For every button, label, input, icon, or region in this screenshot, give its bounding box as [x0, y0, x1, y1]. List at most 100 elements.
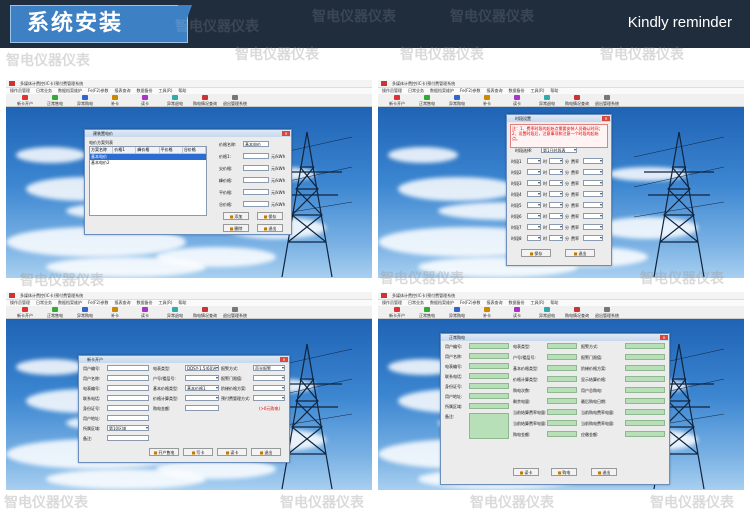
rate-select[interactable] [583, 213, 603, 219]
hour-select[interactable] [527, 158, 541, 164]
menu-item[interactable]: 数据备份 [137, 88, 153, 93]
save-button[interactable]: ■保存 [521, 249, 551, 257]
minute-select[interactable] [549, 191, 563, 197]
menu-item[interactable]: 帮助 [178, 300, 186, 305]
minute-select[interactable] [549, 158, 563, 164]
price-field[interactable] [243, 177, 269, 183]
readonly-field[interactable] [547, 431, 577, 437]
toolbar-button[interactable]: 异常购电 [70, 307, 100, 318]
purchase-button[interactable]: ■购电 [551, 468, 577, 476]
menu-item[interactable]: 工具(R) [531, 300, 545, 305]
toolbar-button[interactable]: 新卡开户 [10, 95, 40, 106]
column-header[interactable]: 平价格 [160, 147, 183, 153]
input-field[interactable] [107, 405, 149, 411]
toolbar-button[interactable]: 补卡 [100, 307, 130, 318]
rate-select[interactable] [583, 224, 603, 230]
menu-item[interactable]: 数据档案维护 [430, 300, 454, 305]
readonly-field[interactable] [547, 365, 577, 371]
close-icon[interactable]: ✕ [602, 116, 610, 121]
close-icon[interactable]: ✕ [280, 357, 288, 362]
hour-select[interactable] [527, 169, 541, 175]
readonly-field[interactable] [547, 354, 577, 360]
exit-button[interactable]: ■退出 [257, 224, 283, 232]
list-item[interactable]: 基本电价2 [90, 160, 206, 166]
menu-item[interactable]: 帮助 [550, 300, 558, 305]
readonly-field[interactable] [547, 420, 577, 426]
readonly-field[interactable] [625, 365, 665, 371]
column-header[interactable]: 峰价格 [136, 147, 160, 153]
price-field[interactable] [243, 165, 269, 171]
readonly-field[interactable] [547, 376, 577, 382]
toolbar-button[interactable]: 正常售电 [40, 95, 70, 106]
toolbar-button[interactable]: 退出管理系统 [592, 95, 622, 106]
minute-select[interactable] [549, 213, 563, 219]
toolbar-button[interactable]: 购电情况查询 [562, 307, 592, 318]
input-field[interactable] [107, 415, 149, 421]
readonly-field[interactable] [625, 343, 665, 349]
menu-item[interactable]: 数据备份 [509, 300, 525, 305]
input-field[interactable] [185, 375, 219, 381]
toolbar-button[interactable]: 读卡 [502, 95, 532, 106]
menu-item[interactable]: Fe(F2)参数 [88, 88, 109, 93]
toolbar-button[interactable]: 补卡 [100, 95, 130, 106]
toolbar-button[interactable]: 补卡 [472, 307, 502, 318]
price-field[interactable] [243, 153, 269, 159]
readonly-field[interactable] [469, 363, 509, 369]
toolbar-button[interactable]: 购电情况查询 [190, 95, 220, 106]
toolbar-button[interactable]: 异常退电 [160, 307, 190, 318]
delete-button[interactable]: ■删除 [223, 224, 249, 232]
menu-item[interactable]: 报表查询 [115, 300, 131, 305]
close-icon[interactable]: ✕ [282, 131, 290, 136]
minute-select[interactable] [549, 169, 563, 175]
readonly-field[interactable] [625, 420, 665, 426]
menu-item[interactable]: 操作员管理 [382, 88, 402, 93]
rate-select[interactable] [583, 169, 603, 175]
menu-item[interactable]: 数据备份 [137, 300, 153, 305]
hour-select[interactable] [527, 202, 541, 208]
menu-item[interactable]: 帮助 [178, 88, 186, 93]
toolbar-button[interactable]: 退出管理系统 [592, 307, 622, 318]
menu-item[interactable]: 报表查询 [487, 88, 503, 93]
price-field[interactable] [243, 189, 269, 195]
exit-button[interactable]: ■退出 [251, 448, 281, 456]
readonly-field[interactable] [469, 353, 509, 359]
read-card-button[interactable]: ■读卡 [513, 468, 539, 476]
readonly-field[interactable] [547, 387, 577, 393]
toolbar-button[interactable]: 购电情况查询 [190, 307, 220, 318]
minute-select[interactable] [549, 202, 563, 208]
input-field[interactable] [185, 405, 219, 411]
hour-select[interactable] [527, 213, 541, 219]
minute-select[interactable] [549, 235, 563, 241]
readonly-field[interactable] [469, 373, 509, 379]
toolbar-button[interactable]: 异常购电 [70, 95, 100, 106]
menu-item[interactable]: 工具(R) [159, 88, 173, 93]
column-header[interactable]: 价格1 [113, 147, 137, 153]
input-field[interactable] [107, 375, 149, 381]
menu-item[interactable]: 日常业务 [36, 88, 52, 93]
menu-item[interactable]: 数据档案维护 [430, 88, 454, 93]
readonly-field[interactable] [625, 409, 665, 415]
toolbar-button[interactable]: 正常售电 [40, 307, 70, 318]
input-field[interactable]: DDSY-1.5(60)A [185, 365, 219, 371]
menu-item[interactable]: 日常业务 [408, 88, 424, 93]
menu-item[interactable]: 工具(R) [159, 300, 173, 305]
price-name-field[interactable]: 基本电价 [243, 141, 269, 147]
rate-select[interactable] [583, 180, 603, 186]
rate-select[interactable] [583, 158, 603, 164]
toolbar-button[interactable]: 退出管理系统 [220, 307, 250, 318]
input-field[interactable] [107, 395, 149, 401]
readonly-field[interactable] [547, 409, 577, 415]
toolbar-button[interactable]: 异常退电 [532, 95, 562, 106]
toolbar-button[interactable]: 正常售电 [412, 307, 442, 318]
save-button[interactable]: ■保存 [257, 212, 283, 220]
menu-item[interactable]: 日常业务 [408, 300, 424, 305]
toolbar-button[interactable]: 异常退电 [532, 307, 562, 318]
column-header[interactable]: 谷价格 [183, 147, 207, 153]
hour-select[interactable] [527, 224, 541, 230]
add-button[interactable]: ■添加 [223, 212, 249, 220]
toolbar-button[interactable]: 读卡 [130, 95, 160, 106]
menu-item[interactable]: 操作员管理 [382, 300, 402, 305]
input-field[interactable]: 声光报警 [253, 365, 285, 371]
menu-item[interactable]: Fe(F2)参数 [460, 88, 481, 93]
write-card-button[interactable]: ■写卡 [183, 448, 213, 456]
